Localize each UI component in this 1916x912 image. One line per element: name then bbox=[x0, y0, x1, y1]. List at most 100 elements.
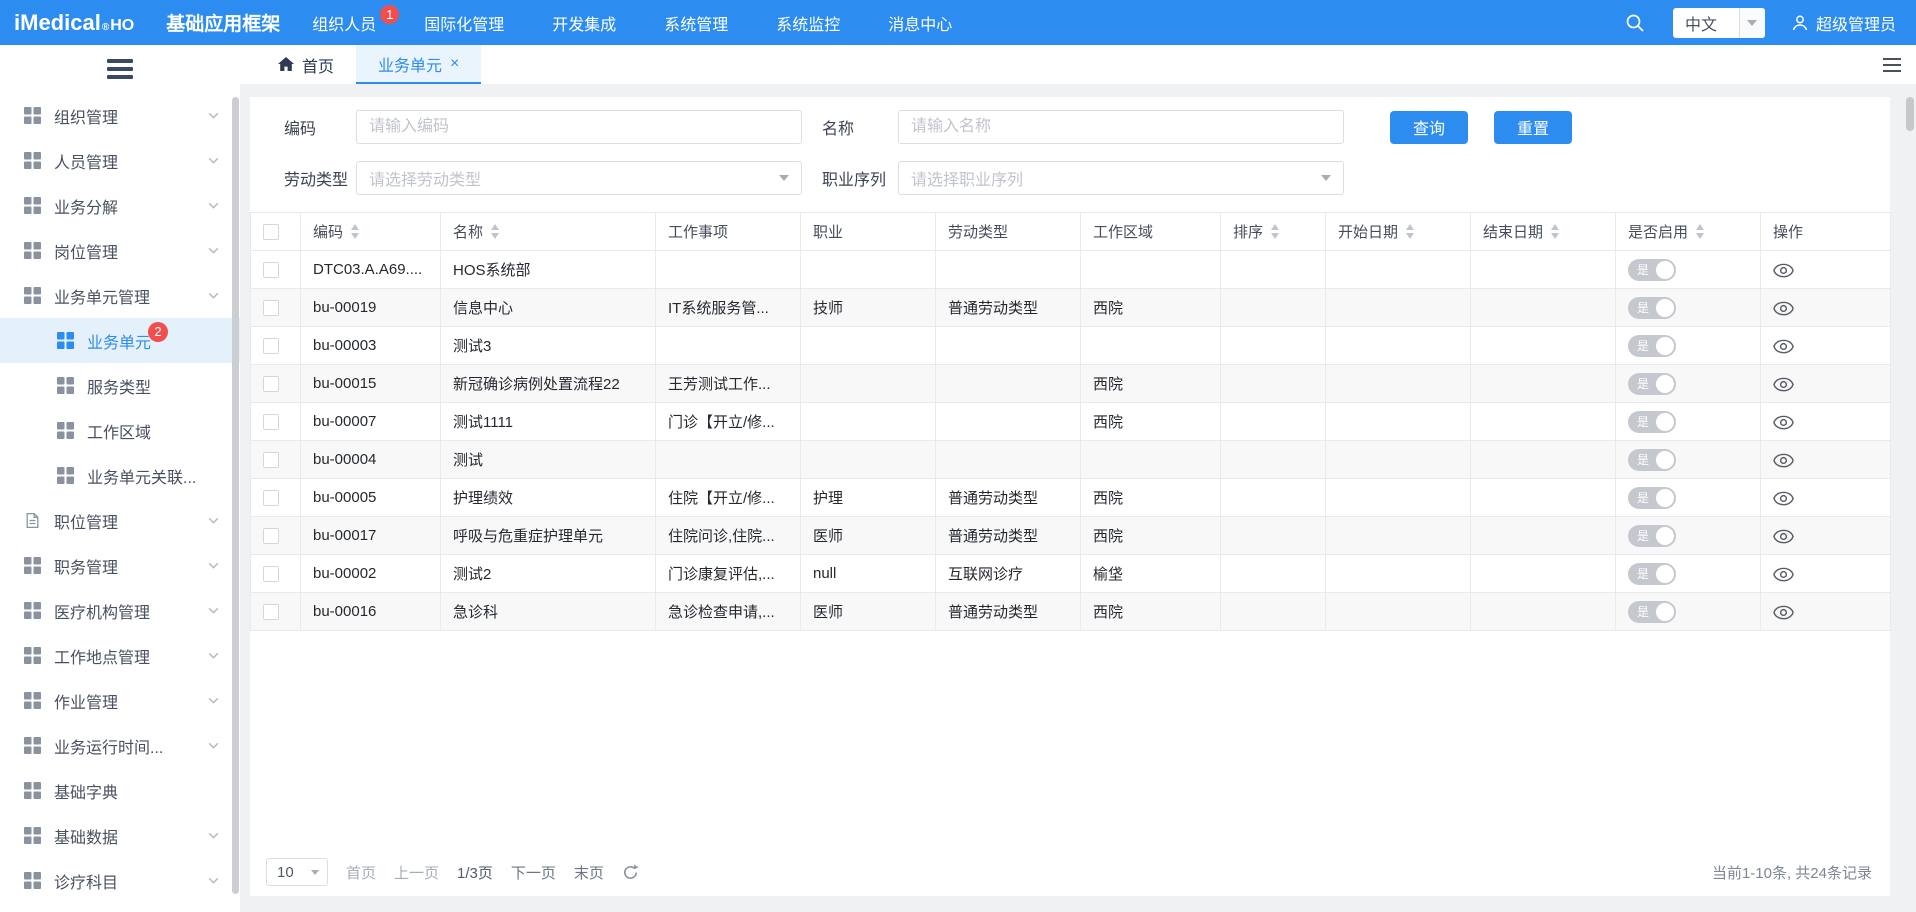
row-checkbox[interactable] bbox=[263, 566, 279, 582]
sort-icon[interactable] bbox=[1696, 224, 1704, 239]
sidebar-item-6[interactable]: 服务类型 bbox=[0, 363, 240, 408]
view-eye-icon[interactable] bbox=[1773, 415, 1794, 430]
nav-item-3[interactable]: 系统管理 bbox=[640, 0, 752, 45]
column-header-name[interactable]: 名称 bbox=[441, 213, 656, 251]
user-menu[interactable]: 超级管理员 bbox=[1791, 11, 1896, 35]
enabled-toggle[interactable]: 是 bbox=[1628, 601, 1676, 623]
sidebar-item-label: 岗位管理 bbox=[54, 239, 118, 263]
column-header-code[interactable]: 编码 bbox=[301, 213, 441, 251]
enabled-toggle[interactable]: 是 bbox=[1628, 373, 1676, 395]
enabled-toggle[interactable]: 是 bbox=[1628, 487, 1676, 509]
tab-list-icon[interactable] bbox=[1868, 45, 1916, 84]
view-eye-icon[interactable] bbox=[1773, 491, 1794, 506]
row-checkbox[interactable] bbox=[263, 376, 279, 392]
close-icon[interactable]: × bbox=[450, 56, 459, 72]
sidebar-item-2[interactable]: 业务分解 bbox=[0, 183, 240, 228]
select-all-checkbox[interactable] bbox=[263, 224, 279, 240]
nav-item-1[interactable]: 国际化管理 bbox=[400, 0, 528, 45]
sort-icon[interactable] bbox=[1551, 224, 1559, 239]
sidebar-item-1[interactable]: 人员管理 bbox=[0, 138, 240, 183]
row-checkbox[interactable] bbox=[263, 452, 279, 468]
sidebar-item-7[interactable]: 工作区域 bbox=[0, 408, 240, 453]
cell-work_area bbox=[1081, 441, 1221, 479]
row-checkbox[interactable] bbox=[263, 338, 279, 354]
row-checkbox[interactable] bbox=[263, 604, 279, 620]
enabled-toggle[interactable]: 是 bbox=[1628, 411, 1676, 433]
sidebar-item-13[interactable]: 作业管理 bbox=[0, 678, 240, 723]
row-checkbox[interactable] bbox=[263, 300, 279, 316]
cell-select bbox=[251, 479, 301, 517]
sidebar-item-17[interactable]: 诊疗科目 bbox=[0, 858, 240, 903]
last-page-button[interactable]: 末页 bbox=[574, 862, 604, 883]
row-checkbox[interactable] bbox=[263, 528, 279, 544]
view-eye-icon[interactable] bbox=[1773, 529, 1794, 544]
sidebar-item-16[interactable]: 基础数据 bbox=[0, 813, 240, 858]
next-page-button[interactable]: 下一页 bbox=[511, 862, 556, 883]
sidebar-collapse-button[interactable] bbox=[0, 45, 240, 93]
language-select[interactable]: 中文 bbox=[1673, 8, 1765, 38]
sidebar-item-11[interactable]: 医疗机构管理 bbox=[0, 588, 240, 633]
nav-item-2[interactable]: 开发集成 bbox=[528, 0, 640, 45]
sidebar-item-5[interactable]: 业务单元2 bbox=[0, 318, 240, 363]
nav-item-0[interactable]: 组织人员1 bbox=[288, 0, 400, 45]
sidebar-item-15[interactable]: 基础字典 bbox=[0, 768, 240, 813]
view-eye-icon[interactable] bbox=[1773, 301, 1794, 316]
content-scrollbar[interactable] bbox=[1906, 97, 1914, 131]
view-eye-icon[interactable] bbox=[1773, 377, 1794, 392]
column-header-sort[interactable]: 排序 bbox=[1221, 213, 1326, 251]
tab-home[interactable]: 首页 bbox=[256, 45, 356, 84]
column-header-start_date[interactable]: 开始日期 bbox=[1326, 213, 1471, 251]
sort-icon[interactable] bbox=[1271, 224, 1279, 239]
app-title[interactable]: 基础应用框架 bbox=[166, 9, 280, 36]
cell-select bbox=[251, 365, 301, 403]
column-header-end_date[interactable]: 结束日期 bbox=[1471, 213, 1616, 251]
sidebar-item-4[interactable]: 业务单元管理 bbox=[0, 273, 240, 318]
view-eye-icon[interactable] bbox=[1773, 567, 1794, 582]
tab-business-unit[interactable]: 业务单元 × bbox=[356, 45, 481, 84]
business-unit-table: 编码名称工作事项职业劳动类型工作区域排序开始日期结束日期是否启用操作 DTC03… bbox=[250, 212, 1890, 631]
enabled-toggle[interactable]: 是 bbox=[1628, 563, 1676, 585]
reset-button[interactable]: 重置 bbox=[1494, 111, 1572, 144]
page-size-select[interactable]: 10 bbox=[266, 858, 328, 886]
view-eye-icon[interactable] bbox=[1773, 263, 1794, 278]
table-row: bu-00016急诊科急诊检查申请,...医师普通劳动类型西院是 bbox=[251, 593, 1891, 631]
labor-type-select[interactable]: 请选择劳动类型 bbox=[356, 161, 802, 195]
view-eye-icon[interactable] bbox=[1773, 453, 1794, 468]
search-icon[interactable] bbox=[1625, 13, 1645, 33]
prev-page-button[interactable]: 上一页 bbox=[394, 862, 439, 883]
search-button[interactable]: 查询 bbox=[1390, 111, 1468, 144]
refresh-icon[interactable] bbox=[622, 864, 639, 881]
nav-item-4[interactable]: 系统监控 bbox=[752, 0, 864, 45]
name-input[interactable] bbox=[898, 110, 1344, 144]
sidebar-item-0[interactable]: 组织管理 bbox=[0, 93, 240, 138]
first-page-button[interactable]: 首页 bbox=[346, 862, 376, 883]
sidebar-item-12[interactable]: 工作地点管理 bbox=[0, 633, 240, 678]
sidebar-scrollbar[interactable] bbox=[232, 97, 239, 894]
brand-text: iMedical bbox=[14, 10, 101, 36]
enabled-toggle[interactable]: 是 bbox=[1628, 525, 1676, 547]
enabled-toggle[interactable]: 是 bbox=[1628, 335, 1676, 357]
career-select[interactable]: 请选择职业序列 bbox=[898, 161, 1344, 195]
cell-occupation: null bbox=[801, 555, 936, 593]
sidebar-item-8[interactable]: 业务单元关联... bbox=[0, 453, 240, 498]
sort-icon[interactable] bbox=[491, 224, 499, 239]
row-checkbox[interactable] bbox=[263, 262, 279, 278]
column-header-enabled[interactable]: 是否启用 bbox=[1616, 213, 1761, 251]
row-checkbox[interactable] bbox=[263, 490, 279, 506]
sort-icon[interactable] bbox=[351, 224, 359, 239]
cell-work_area: 西院 bbox=[1081, 593, 1221, 631]
sidebar: 组织管理人员管理业务分解岗位管理业务单元管理业务单元2服务类型工作区域业务单元关… bbox=[0, 45, 240, 912]
code-input[interactable] bbox=[356, 110, 802, 144]
nav-item-5[interactable]: 消息中心 bbox=[864, 0, 976, 45]
enabled-toggle[interactable]: 是 bbox=[1628, 259, 1676, 281]
sidebar-item-3[interactable]: 岗位管理 bbox=[0, 228, 240, 273]
view-eye-icon[interactable] bbox=[1773, 605, 1794, 620]
sidebar-item-14[interactable]: 业务运行时间... bbox=[0, 723, 240, 768]
sort-icon[interactable] bbox=[1406, 224, 1414, 239]
enabled-toggle[interactable]: 是 bbox=[1628, 297, 1676, 319]
sidebar-item-10[interactable]: 职务管理 bbox=[0, 543, 240, 588]
enabled-toggle[interactable]: 是 bbox=[1628, 449, 1676, 471]
view-eye-icon[interactable] bbox=[1773, 339, 1794, 354]
row-checkbox[interactable] bbox=[263, 414, 279, 430]
sidebar-item-9[interactable]: 职位管理 bbox=[0, 498, 240, 543]
